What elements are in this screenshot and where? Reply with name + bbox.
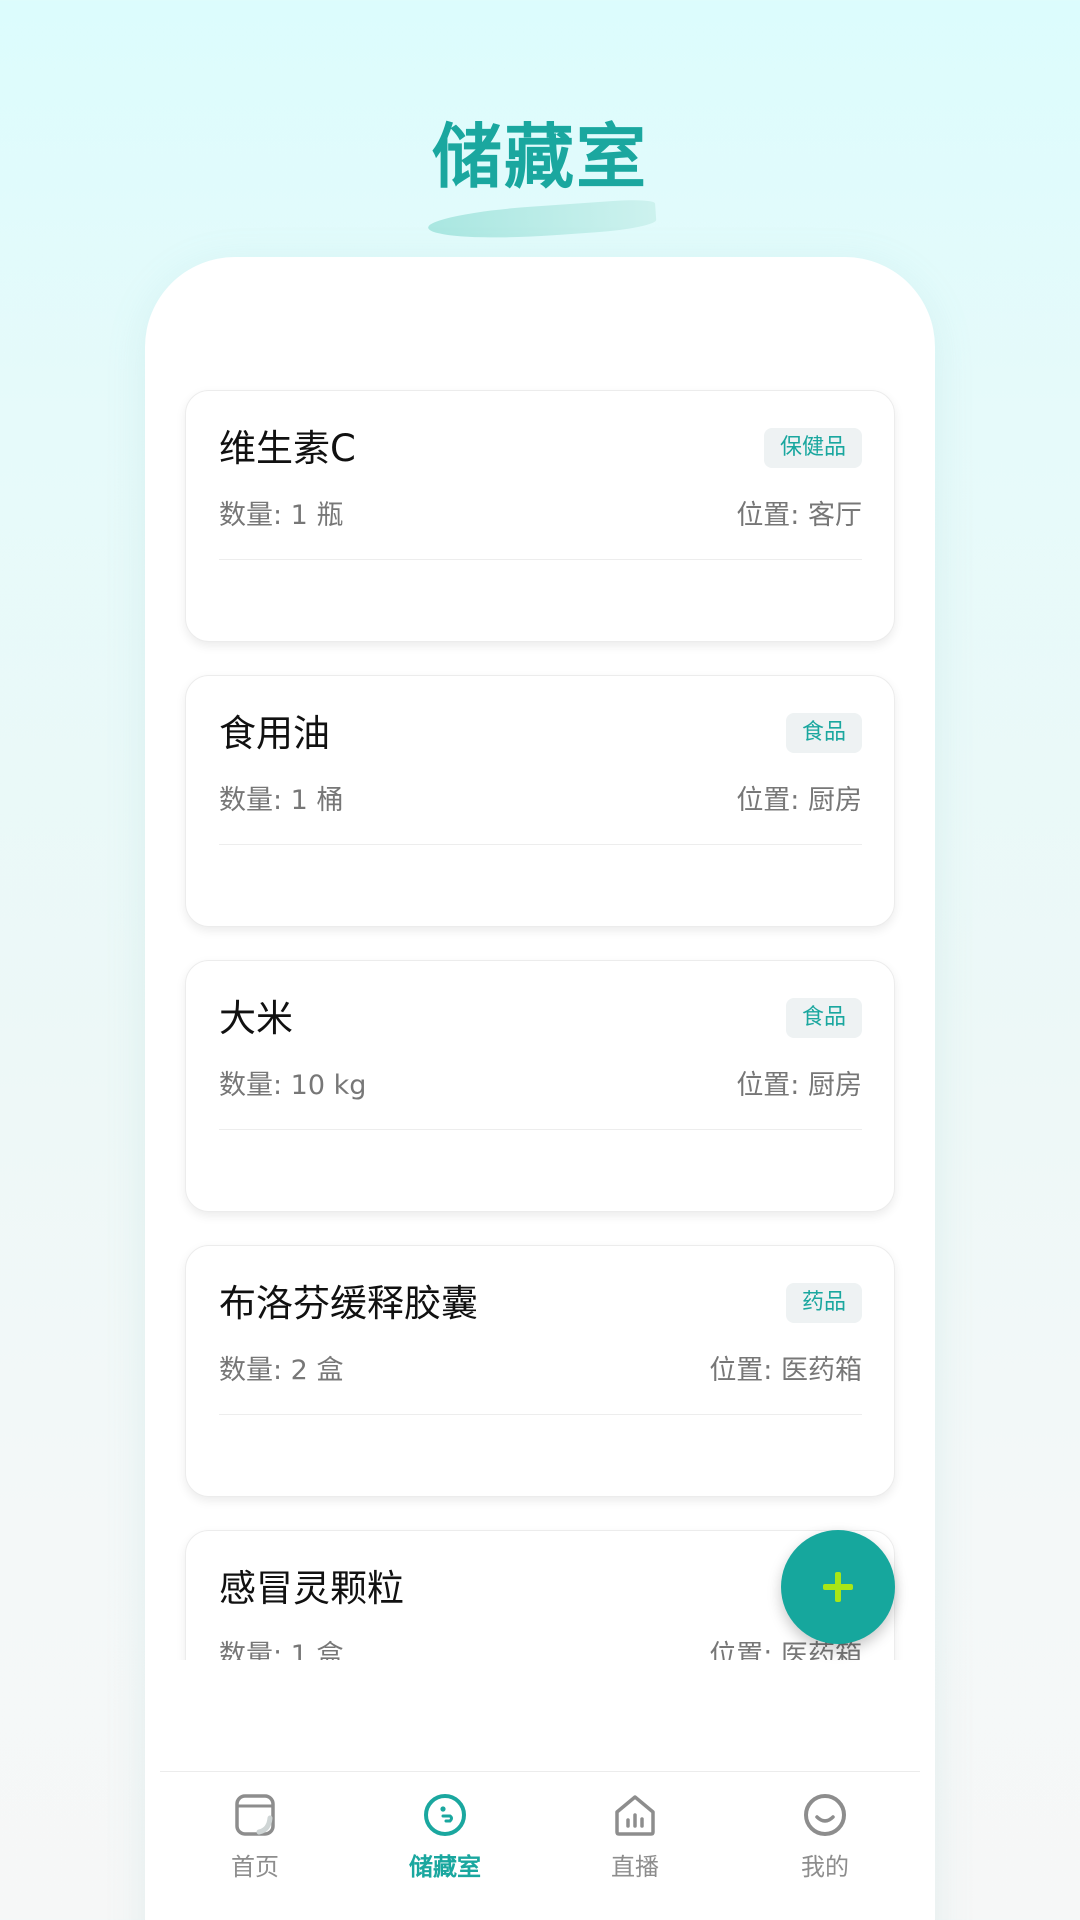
item-name: 布洛芬缓释胶囊 <box>219 1282 478 1325</box>
item-name: 感冒灵颗粒 <box>219 1567 404 1610</box>
page-title: 储藏室 <box>427 112 657 244</box>
header: 储藏室 <box>0 112 1080 244</box>
tab-storage-label: 储藏室 <box>409 1853 481 1881</box>
storage-panel: 维生素C 保健品 数量: 1 瓶 位置: 客厅 食用油 食品 数量: 1 桶 位… <box>145 257 935 1920</box>
tab-home[interactable]: 首页 <box>160 1772 350 1920</box>
item-location: 位置: 厨房 <box>736 785 862 816</box>
divider <box>219 559 862 560</box>
item-name: 大米 <box>219 997 293 1040</box>
page-title-text: 储藏室 <box>432 116 648 198</box>
item-quantity: 数量: 2 盒 <box>219 1355 344 1386</box>
title-underline-decoration <box>427 198 657 244</box>
list-item[interactable]: 布洛芬缓释胶囊 药品 数量: 2 盒 位置: 医药箱 <box>185 1245 895 1497</box>
item-quantity: 数量: 1 瓶 <box>219 500 344 531</box>
list-item[interactable]: 大米 食品 数量: 10 kg 位置: 厨房 <box>185 960 895 1212</box>
divider <box>219 1414 862 1415</box>
category-badge: 食品 <box>785 713 862 753</box>
tab-profile[interactable]: 我的 <box>730 1772 920 1920</box>
tab-storage[interactable]: 储藏室 <box>350 1772 540 1920</box>
bottom-tab-bar: 首页 储藏室 直播 我的 <box>160 1771 920 1920</box>
smiley-icon <box>804 1794 846 1836</box>
storage-icon <box>424 1794 466 1836</box>
item-quantity: 数量: 10 kg <box>219 1070 367 1101</box>
jar-icon <box>235 1794 275 1836</box>
chart-house-icon <box>615 1795 655 1836</box>
item-quantity: 数量: 1 桶 <box>219 785 344 816</box>
category-badge: 保健品 <box>763 428 862 468</box>
category-badge: 药品 <box>785 1283 862 1323</box>
list-item[interactable]: 维生素C 保健品 数量: 1 瓶 位置: 客厅 <box>185 390 895 642</box>
divider <box>219 1129 862 1130</box>
item-location: 位置: 客厅 <box>736 500 862 531</box>
item-quantity: 数量: 1 盒 <box>219 1640 344 1660</box>
tab-profile-label: 我的 <box>801 1853 849 1881</box>
add-item-button[interactable] <box>781 1530 895 1644</box>
tab-home-label: 首页 <box>231 1853 279 1881</box>
tab-live[interactable]: 直播 <box>540 1772 730 1920</box>
item-name: 食用油 <box>219 712 330 755</box>
tab-live-label: 直播 <box>611 1853 659 1881</box>
category-badge: 食品 <box>785 998 862 1038</box>
list-item[interactable]: 食用油 食品 数量: 1 桶 位置: 厨房 <box>185 675 895 927</box>
divider <box>219 844 862 845</box>
item-location: 位置: 医药箱 <box>709 1355 862 1386</box>
storage-list[interactable]: 维生素C 保健品 数量: 1 瓶 位置: 客厅 食用油 食品 数量: 1 桶 位… <box>145 257 935 1660</box>
plus-icon <box>823 1572 853 1602</box>
item-location: 位置: 厨房 <box>736 1070 862 1101</box>
item-name: 维生素C <box>219 427 356 470</box>
